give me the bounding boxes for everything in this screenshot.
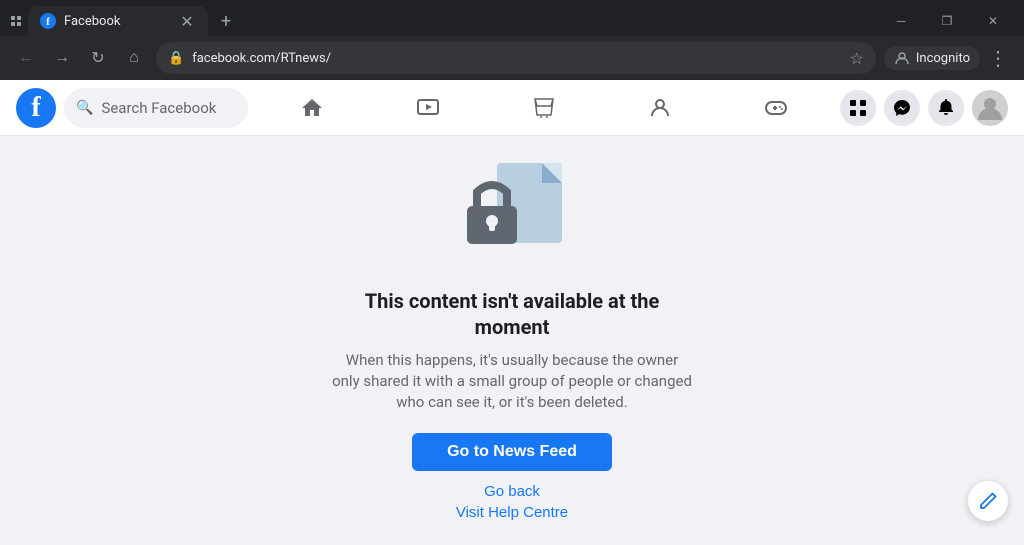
bookmark-star-icon[interactable]: ☆ xyxy=(850,49,864,68)
minimize-btn[interactable]: ─ xyxy=(878,6,924,36)
visit-help-btn[interactable]: Visit Help Centre xyxy=(456,504,568,521)
browser-chrome: f Facebook ✕ + ─ ❐ ✕ ← → ↻ ⌂ 🔒 facebook.… xyxy=(0,0,1024,80)
locked-file-illustration xyxy=(452,148,572,258)
main-content: This content isn't available at the mome… xyxy=(0,136,1024,537)
nav-right-controls xyxy=(840,90,1008,126)
nav-profile-btn[interactable] xyxy=(604,84,716,132)
edit-fab-btn[interactable] xyxy=(968,481,1008,521)
tab-list-btn[interactable] xyxy=(8,13,24,29)
home-btn[interactable]: ⌂ xyxy=(120,44,148,72)
back-btn[interactable]: ← xyxy=(12,44,40,72)
facebook-navbar: f 🔍 Search Facebook xyxy=(0,80,1024,136)
error-title: This content isn't available at the mome… xyxy=(332,288,692,340)
tab-favicon: f xyxy=(40,13,56,29)
new-tab-btn[interactable]: + xyxy=(212,7,240,35)
window-close-btn[interactable]: ✕ xyxy=(970,6,1016,36)
tab-bar: f Facebook ✕ + ─ ❐ ✕ xyxy=(0,0,1024,36)
maximize-btn[interactable]: ❐ xyxy=(924,6,970,36)
active-tab[interactable]: f Facebook ✕ xyxy=(28,6,208,36)
error-description: When this happens, it's usually because … xyxy=(332,350,692,413)
notifications-btn[interactable] xyxy=(928,90,964,126)
nav-watch-btn[interactable] xyxy=(372,84,484,132)
address-bar: ← → ↻ ⌂ 🔒 facebook.com/RTnews/ ☆ Incogni… xyxy=(0,36,1024,80)
search-icon: 🔍 xyxy=(76,100,93,116)
error-icon xyxy=(452,148,572,268)
facebook-logo[interactable]: f xyxy=(16,88,56,128)
browser-more-btn[interactable]: ⋮ xyxy=(984,44,1012,72)
reload-btn[interactable]: ↻ xyxy=(84,44,112,72)
nav-center xyxy=(256,84,832,132)
window-controls: ─ ❐ ✕ xyxy=(878,6,1016,36)
facebook-logo-text: f xyxy=(31,94,40,122)
apps-grid-btn[interactable] xyxy=(840,90,876,126)
browser-right-controls: Incognito ⋮ xyxy=(884,44,1012,72)
url-bar[interactable]: 🔒 facebook.com/RTnews/ ☆ xyxy=(156,42,876,74)
incognito-btn[interactable]: Incognito xyxy=(884,46,980,70)
search-bar[interactable]: 🔍 Search Facebook xyxy=(64,88,248,128)
go-news-feed-btn[interactable]: Go to News Feed xyxy=(412,433,612,471)
nav-marketplace-btn[interactable] xyxy=(488,84,600,132)
nav-gaming-btn[interactable] xyxy=(720,84,832,132)
tab-title: Facebook xyxy=(64,14,170,29)
search-placeholder: Search Facebook xyxy=(101,99,216,117)
svg-text:f: f xyxy=(46,16,50,28)
go-back-btn[interactable]: Go back xyxy=(484,483,540,500)
url-text: facebook.com/RTnews/ xyxy=(192,51,841,66)
forward-btn[interactable]: → xyxy=(48,44,76,72)
account-avatar[interactable] xyxy=(972,90,1008,126)
error-container: This content isn't available at the mome… xyxy=(312,128,712,545)
nav-home-btn[interactable] xyxy=(256,84,368,132)
incognito-label: Incognito xyxy=(916,51,970,66)
tab-close-btn[interactable]: ✕ xyxy=(178,12,196,30)
lock-icon: 🔒 xyxy=(168,51,184,66)
messenger-btn[interactable] xyxy=(884,90,920,126)
